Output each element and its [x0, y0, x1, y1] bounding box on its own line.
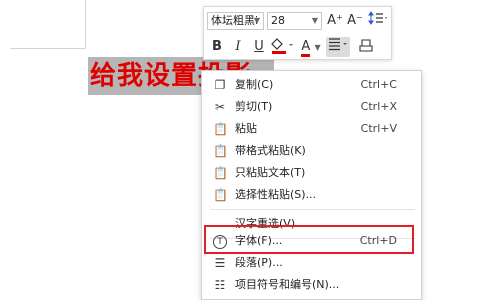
font-name-select[interactable]: 体坛粗黑i ▼: [207, 12, 264, 30]
paragraph-icon: ☰: [214, 256, 226, 270]
mini-format-toolbar: 体坛粗黑i ▼ 28 ▼ A⁺ A⁻ B I U A ▼: [203, 6, 392, 60]
menu-item-paste-special[interactable]: 📋 选择性粘贴(S)...: [202, 184, 421, 206]
page-margin-marker-vertical: [85, 0, 86, 48]
font-color-button[interactable]: A ▼: [299, 37, 323, 57]
font-size-select[interactable]: 28 ▼: [267, 12, 322, 30]
menu-item-shortcut: Ctrl+C: [360, 78, 397, 91]
menu-item-label: 粘贴: [235, 122, 257, 135]
menu-item-bullets-numbering[interactable]: ☷ 项目符号和编号(N)...: [202, 274, 421, 296]
font-color-icon: A: [301, 40, 311, 57]
bold-button[interactable]: B: [209, 37, 225, 57]
highlighter-icon: [271, 38, 293, 54]
shrink-font-button[interactable]: A⁻: [346, 11, 364, 31]
menu-item-label: 选择性粘贴(S)...: [235, 188, 317, 201]
italic-icon: I: [235, 39, 241, 54]
menu-item-label: 项目符号和编号(N)...: [235, 278, 340, 291]
copy-icon: ❐: [214, 78, 226, 92]
line-spacing-icon: [368, 11, 387, 25]
menu-item-shortcut: Ctrl+X: [360, 100, 397, 113]
menu-item-paragraph[interactable]: ☰ 段落(P)...: [202, 252, 421, 274]
menu-item-label: 剪切(T): [235, 100, 273, 113]
menu-item-label: 复制(C): [235, 78, 274, 91]
menu-item-label: 段落(P)...: [235, 256, 283, 269]
highlight-button[interactable]: [270, 37, 298, 57]
menu-item-paste-text[interactable]: 📋 只粘贴文本(T): [202, 162, 421, 184]
underline-button[interactable]: U: [250, 37, 268, 57]
grow-font-button[interactable]: A⁺: [326, 11, 344, 31]
page-margin-marker-horizontal: [10, 48, 86, 49]
scissors-icon: ✂: [214, 100, 226, 114]
menu-item-label: 带格式粘贴(K): [235, 144, 306, 157]
align-justify-icon: [329, 38, 347, 51]
menu-separator: [210, 209, 415, 210]
menu-item-paste[interactable]: 📋 粘贴 Ctrl+V: [202, 118, 421, 140]
menu-item-label: 只粘贴文本(T): [235, 166, 306, 179]
shrink-font-icon: A⁻: [347, 13, 363, 28]
menu-item-paste-formatted[interactable]: 📋 带格式粘贴(K): [202, 140, 421, 162]
menu-item-cut[interactable]: ✂ 剪切(T) Ctrl+X: [202, 96, 421, 118]
grow-font-icon: A⁺: [327, 13, 343, 28]
context-menu: ❐ 复制(C) Ctrl+C ✂ 剪切(T) Ctrl+X 📋 粘贴 Ctrl+…: [201, 70, 422, 300]
menu-item-copy[interactable]: ❐ 复制(C) Ctrl+C: [202, 74, 421, 96]
format-painter-button[interactable]: [356, 37, 376, 57]
chevron-down-icon: ▼: [314, 43, 321, 52]
paste-text-icon: 📋: [213, 166, 228, 180]
italic-button[interactable]: I: [230, 37, 246, 57]
menu-item-shortcut: Ctrl+V: [360, 122, 397, 135]
chevron-down-icon: ▼: [253, 16, 260, 25]
eraser-icon: [359, 39, 373, 52]
chevron-down-icon: ▼: [311, 16, 318, 25]
align-button[interactable]: [326, 37, 350, 57]
font-size-value: 28: [271, 14, 285, 27]
paste-icon: 📋: [213, 122, 228, 136]
highlight-frame: [204, 225, 414, 254]
paste-special-icon: 📋: [213, 188, 228, 202]
line-spacing-button[interactable]: [367, 11, 389, 31]
underline-icon: U: [254, 39, 264, 54]
font-name-value: 体坛粗黑i: [211, 14, 259, 27]
bullets-icon: ☷: [214, 278, 226, 292]
bold-icon: B: [212, 39, 222, 54]
paste-formatted-icon: 📋: [213, 144, 228, 158]
